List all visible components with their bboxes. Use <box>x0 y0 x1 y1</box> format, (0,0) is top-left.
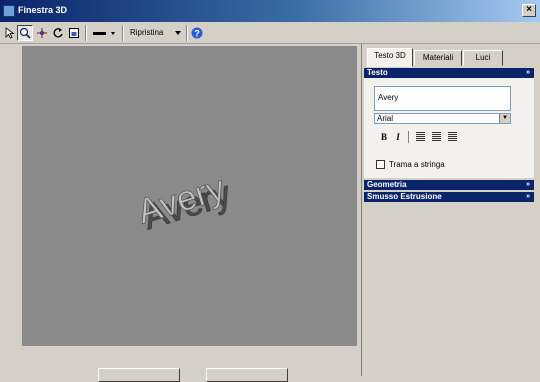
help-icon[interactable]: ? <box>190 25 204 41</box>
title-bar: Finestra 3D × <box>0 0 540 22</box>
expand-chevron-icon: » <box>526 181 530 188</box>
geometry-section-header[interactable]: Geometria » <box>364 180 534 190</box>
align-center-icon[interactable] <box>430 131 442 143</box>
zoom-icon[interactable] <box>17 25 33 41</box>
pan-icon[interactable] <box>34 25 49 41</box>
text-section-header[interactable]: Testo » <box>364 68 534 78</box>
toolbar-separator <box>186 25 188 41</box>
app-icon <box>3 5 15 17</box>
toolbar-separator <box>122 25 124 41</box>
bevel-section-title: Smusso Estrusione <box>367 192 442 201</box>
toolbar: Ripristina ? <box>0 22 540 44</box>
reset-dropdown-arrow-icon[interactable] <box>172 25 184 41</box>
tab-3d-text[interactable]: Testo 3D <box>367 48 413 67</box>
font-dropdown-value: Arial <box>377 114 394 123</box>
geometry-section-title: Geometria <box>367 180 407 189</box>
3d-text-preview: Avery Avery <box>133 168 237 238</box>
expand-chevron-icon: » <box>526 193 530 200</box>
line-style-dropdown[interactable] <box>91 25 119 41</box>
path-checkbox-label: Trama a stringa <box>389 160 445 169</box>
toolbar-separator <box>85 25 87 41</box>
bevel-section-header[interactable]: Smusso Estrusione » <box>364 192 534 202</box>
text-input[interactable]: Avery <box>374 86 511 111</box>
reset-button[interactable]: Ripristina <box>130 28 163 37</box>
bold-button[interactable]: B <box>378 131 390 143</box>
view-frame-icon[interactable] <box>66 25 81 41</box>
rotate-icon[interactable] <box>50 25 65 41</box>
text-section-title: Testo <box>367 68 388 77</box>
cancel-button[interactable] <box>206 368 288 382</box>
tab-materials[interactable]: Materiali <box>414 50 462 66</box>
path-checkbox[interactable] <box>376 160 385 169</box>
svg-text:?: ? <box>194 29 200 39</box>
align-left-icon[interactable] <box>414 131 426 143</box>
italic-button[interactable]: I <box>392 131 404 143</box>
window-title: Finestra 3D <box>18 5 68 15</box>
font-dropdown[interactable]: Arial ▼ <box>374 113 511 124</box>
dropdown-arrow-icon[interactable]: ▼ <box>499 114 510 123</box>
tab-lights[interactable]: Luci <box>463 50 503 66</box>
3d-viewport[interactable]: Avery Avery <box>22 46 357 346</box>
close-button[interactable]: × <box>522 4 536 17</box>
collapse-chevron-icon: » <box>526 69 530 76</box>
select-arrow-icon[interactable] <box>3 25 17 41</box>
format-separator <box>408 131 410 143</box>
align-right-icon[interactable] <box>446 131 458 143</box>
ok-button[interactable] <box>98 368 180 382</box>
